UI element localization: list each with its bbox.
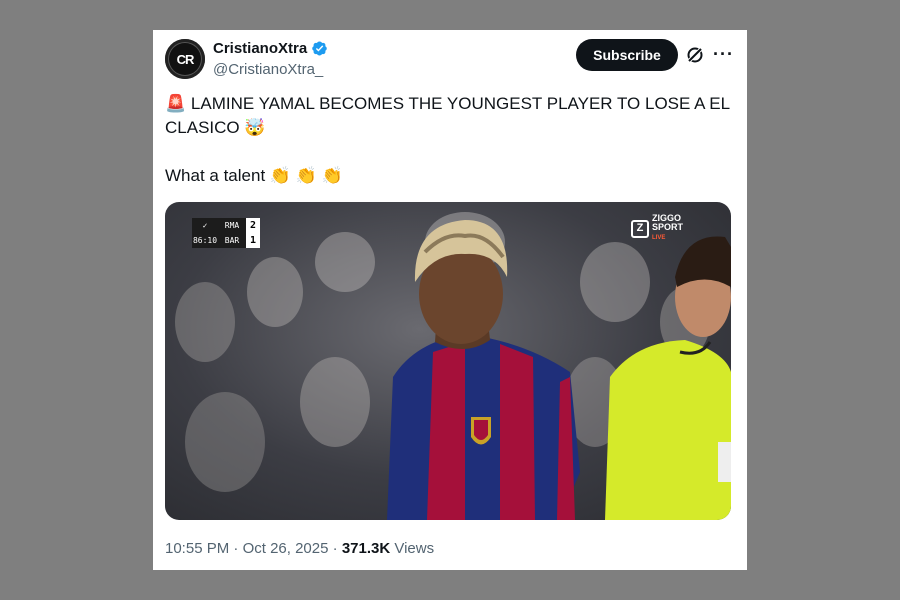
- views-label: Views: [394, 540, 435, 557]
- author-name-row: CristianoXtra: [213, 40, 328, 57]
- views-count: 371.3K: [341, 540, 391, 557]
- broadcaster-live: LIVE: [651, 235, 666, 241]
- tweet-meta: 10:55 PM · Oct 26, 2025 · 371.3K Views: [165, 540, 434, 557]
- tweet-time[interactable]: 10:55 PM: [165, 540, 229, 557]
- clapping-emojis: 👏 👏 👏: [269, 166, 343, 185]
- broadcaster-text: ZIGGO SPORT LIVE: [652, 214, 683, 243]
- subscribe-button[interactable]: Subscribe: [576, 39, 678, 71]
- tweet-text: 🚨 LAMINE YAMAL BECOMES THE YOUNGEST PLAY…: [165, 92, 735, 188]
- tweet-media-image[interactable]: ✓ RMA 2 86:10 BAR 1 Z ZIGGO SPORT LIVE: [165, 202, 731, 520]
- meta-separator: ·: [233, 540, 239, 557]
- author-handle[interactable]: @CristianoXtra_: [213, 61, 323, 78]
- player-figure: [387, 220, 580, 520]
- siren-emoji: 🚨: [165, 94, 187, 113]
- tweet-text-line1: 🚨 LAMINE YAMAL BECOMES THE YOUNGEST PLAY…: [165, 92, 735, 140]
- scoreboard-score2: 1: [246, 233, 260, 248]
- broadcaster-logo: Z ZIGGO SPORT LIVE: [630, 214, 683, 243]
- scoreboard: ✓ RMA 2 86:10 BAR 1: [192, 218, 260, 248]
- media-scene: [175, 212, 731, 520]
- scoreboard-row-home: ✓ RMA 2: [192, 218, 260, 233]
- tweet-card: CR CristianoXtra @CristianoXtra_ Subscri…: [153, 30, 747, 570]
- scoreboard-team1: RMA: [218, 218, 246, 233]
- tweet-comment: What a talent: [165, 166, 270, 185]
- scoreboard-clock: 86:10: [192, 233, 218, 248]
- tweet-date[interactable]: Oct 26, 2025: [243, 540, 329, 557]
- tweet-text-line2: What a talent 👏 👏 👏: [165, 164, 735, 188]
- author-avatar[interactable]: CR: [165, 39, 205, 79]
- league-logo-icon: ✓: [192, 218, 218, 233]
- author-display-name[interactable]: CristianoXtra: [213, 40, 307, 57]
- ziggo-logo-icon: Z: [630, 219, 649, 238]
- exploding-head-emoji: 🤯: [244, 118, 266, 137]
- verified-badge-icon[interactable]: [311, 40, 328, 57]
- avatar-text: CR: [176, 51, 195, 67]
- grok-icon[interactable]: [685, 45, 705, 65]
- more-icon[interactable]: ···: [713, 44, 734, 65]
- broadcaster-name-line2: SPORT: [651, 222, 683, 232]
- meta-separator-2: ·: [332, 540, 338, 557]
- scoreboard-row-away: 86:10 BAR 1: [192, 233, 260, 248]
- scoreboard-score1: 2: [246, 218, 260, 233]
- scoreboard-team2: BAR: [218, 233, 246, 248]
